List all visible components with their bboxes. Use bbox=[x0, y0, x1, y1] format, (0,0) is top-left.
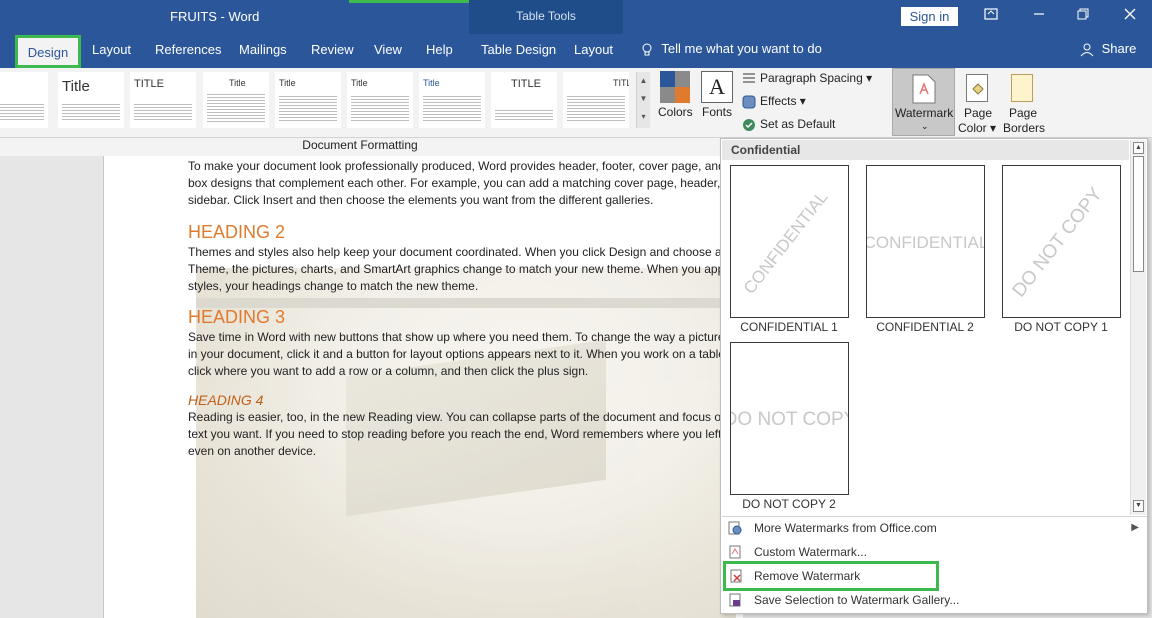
ribbon-design: Title TITLE Title Title Title Title TITL… bbox=[0, 68, 1152, 138]
theme-thumbnail[interactable]: TITLE bbox=[491, 72, 557, 128]
paragraph-3: Save time in Word with new buttons that … bbox=[188, 330, 744, 378]
fonts-label[interactable]: Fonts bbox=[702, 105, 732, 119]
title-accent bbox=[349, 0, 469, 3]
tab-review[interactable]: Review bbox=[311, 42, 354, 57]
svg-text:CONFIDENTIAL: CONFIDENTIAL bbox=[867, 233, 985, 252]
lightbulb-icon bbox=[642, 43, 652, 56]
fonts-icon[interactable]: A bbox=[701, 71, 733, 103]
watermark-label: Watermark bbox=[895, 106, 954, 120]
ribbon-tabs: Design Layout References Mailings Review… bbox=[0, 34, 1152, 68]
watermark-icon bbox=[912, 74, 936, 104]
remove-watermark-menu-item[interactable]: Remove Watermark bbox=[723, 561, 939, 591]
document-formatting-group-label: Document Formatting bbox=[0, 138, 720, 156]
watermark-label-confidential-1: CONFIDENTIAL 1 bbox=[740, 320, 838, 334]
tab-references[interactable]: References bbox=[155, 42, 221, 57]
scroll-down-icon[interactable]: ▼ bbox=[1133, 500, 1144, 512]
tab-help[interactable]: Help bbox=[426, 42, 453, 57]
paragraph-4: Reading is easier, too, in the new Readi… bbox=[188, 410, 748, 458]
chevron-down-icon: ⌄ bbox=[921, 121, 929, 131]
page-icon bbox=[729, 545, 741, 559]
checkmark-icon bbox=[743, 118, 755, 131]
colors-label[interactable]: Colors bbox=[658, 105, 693, 119]
scroll-thumb[interactable] bbox=[1133, 156, 1144, 272]
heading-4: HEADING 4 bbox=[188, 392, 264, 408]
share-label: Share bbox=[1101, 41, 1137, 56]
svg-text:DO NOT COPY: DO NOT COPY bbox=[731, 409, 849, 430]
paragraph-1: To make your document look professionall… bbox=[188, 159, 748, 207]
gallery-section-header: Confidential bbox=[722, 140, 1129, 160]
theme-thumbnail[interactable]: Title bbox=[275, 72, 341, 128]
page-color-label[interactable]: Page bbox=[964, 106, 992, 120]
watermark-label-confidential-2: CONFIDENTIAL 2 bbox=[876, 320, 974, 334]
theme-thumbnail[interactable]: Title bbox=[419, 72, 485, 128]
gallery-scroll[interactable]: ▲ ▼ ▾ bbox=[636, 72, 650, 128]
save-to-gallery-icon bbox=[729, 593, 741, 607]
tell-me-text: Tell me what you want to do bbox=[661, 41, 822, 56]
watermark-label-do-not-copy-1: DO NOT COPY 1 bbox=[1014, 320, 1108, 334]
document-page[interactable]: To make your document look professionall… bbox=[103, 156, 748, 618]
page-color-icon[interactable] bbox=[966, 74, 988, 102]
custom-watermark-menu-item[interactable]: Custom Watermark... bbox=[723, 541, 1147, 563]
tab-table-design[interactable]: Table Design bbox=[481, 42, 556, 57]
tab-design[interactable]: Design bbox=[15, 35, 81, 68]
svg-text:DO NOT COPY: DO NOT COPY bbox=[1009, 184, 1107, 302]
page-borders-label[interactable]: Page bbox=[1009, 106, 1037, 120]
theme-thumbnail[interactable]: TITLE bbox=[563, 72, 629, 128]
gallery-scrollbar[interactable]: ▲ ▼ bbox=[1130, 140, 1146, 515]
chevron-right-icon: ▶ bbox=[1131, 522, 1139, 533]
globe-page-icon bbox=[728, 521, 742, 535]
watermark-label-do-not-copy-2: DO NOT COPY 2 bbox=[742, 497, 836, 511]
svg-text:CONFIDENTIAL: CONFIDENTIAL bbox=[740, 188, 832, 298]
table-tools-label: Table Tools bbox=[516, 9, 576, 23]
page-borders-icon[interactable] bbox=[1011, 74, 1033, 102]
save-selection-menu-item[interactable]: Save Selection to Watermark Gallery... bbox=[723, 589, 1147, 611]
page-color-label-2[interactable]: Color ▾ bbox=[958, 121, 996, 135]
restore-icon[interactable] bbox=[1073, 6, 1093, 26]
tell-me-box[interactable]: Tell me what you want to do bbox=[640, 41, 822, 57]
paragraph-2: Themes and styles also help keep your do… bbox=[188, 245, 747, 293]
effects-icon bbox=[742, 95, 756, 109]
watermark-button[interactable]: Watermark ⌄ bbox=[892, 68, 955, 136]
watermark-gallery-dropdown: Confidential ▲ ▼ CONFIDENTIAL CONFIDENTI… bbox=[720, 138, 1148, 614]
effects-button[interactable]: Effects ▾ bbox=[742, 94, 806, 109]
ribbon-display-options-icon[interactable] bbox=[981, 6, 1001, 26]
tab-layout[interactable]: Layout bbox=[92, 42, 131, 57]
heading-2: HEADING 2 bbox=[188, 222, 286, 242]
theme-thumbnail[interactable]: Title bbox=[203, 72, 269, 128]
paragraph-spacing-button[interactable]: Paragraph Spacing ▾ bbox=[742, 71, 872, 86]
theme-thumbnail[interactable]: Title bbox=[347, 72, 413, 128]
heading-3: HEADING 3 bbox=[188, 307, 286, 327]
sign-in-button[interactable]: Sign in bbox=[901, 7, 958, 26]
watermark-option-do-not-copy-2[interactable]: DO NOT COPY bbox=[730, 342, 849, 495]
tab-mailings[interactable]: Mailings bbox=[239, 42, 287, 57]
title-bar: FRUITS - Word Table Tools Sign in bbox=[0, 0, 1152, 68]
scroll-up-icon[interactable]: ▲ bbox=[1133, 142, 1144, 154]
tab-view[interactable]: View bbox=[374, 42, 402, 57]
window-title: FRUITS - Word bbox=[170, 9, 260, 24]
share-button[interactable]: Share bbox=[1080, 41, 1136, 57]
paragraph-spacing-icon bbox=[743, 73, 755, 83]
minimize-icon[interactable] bbox=[1029, 6, 1049, 26]
tab-table-layout[interactable]: Layout bbox=[574, 42, 613, 57]
set-as-default-button[interactable]: Set as Default bbox=[742, 117, 835, 132]
remove-watermark-icon bbox=[730, 569, 742, 583]
page-borders-label-2[interactable]: Borders bbox=[1003, 121, 1045, 135]
watermark-option-do-not-copy-1[interactable]: DO NOT COPY bbox=[1002, 165, 1121, 318]
theme-thumbnail[interactable] bbox=[0, 72, 48, 128]
theme-thumbnail[interactable]: Title bbox=[58, 72, 124, 128]
close-icon[interactable] bbox=[1120, 6, 1140, 26]
more-watermarks-menu-item[interactable]: More Watermarks from Office.com ▶ bbox=[723, 517, 1147, 539]
watermark-option-confidential-2[interactable]: CONFIDENTIAL bbox=[866, 165, 985, 318]
watermark-option-confidential-1[interactable]: CONFIDENTIAL bbox=[730, 165, 849, 318]
colors-icon[interactable] bbox=[660, 71, 690, 103]
person-icon bbox=[1080, 43, 1094, 56]
theme-thumbnail[interactable]: TITLE bbox=[130, 72, 196, 128]
